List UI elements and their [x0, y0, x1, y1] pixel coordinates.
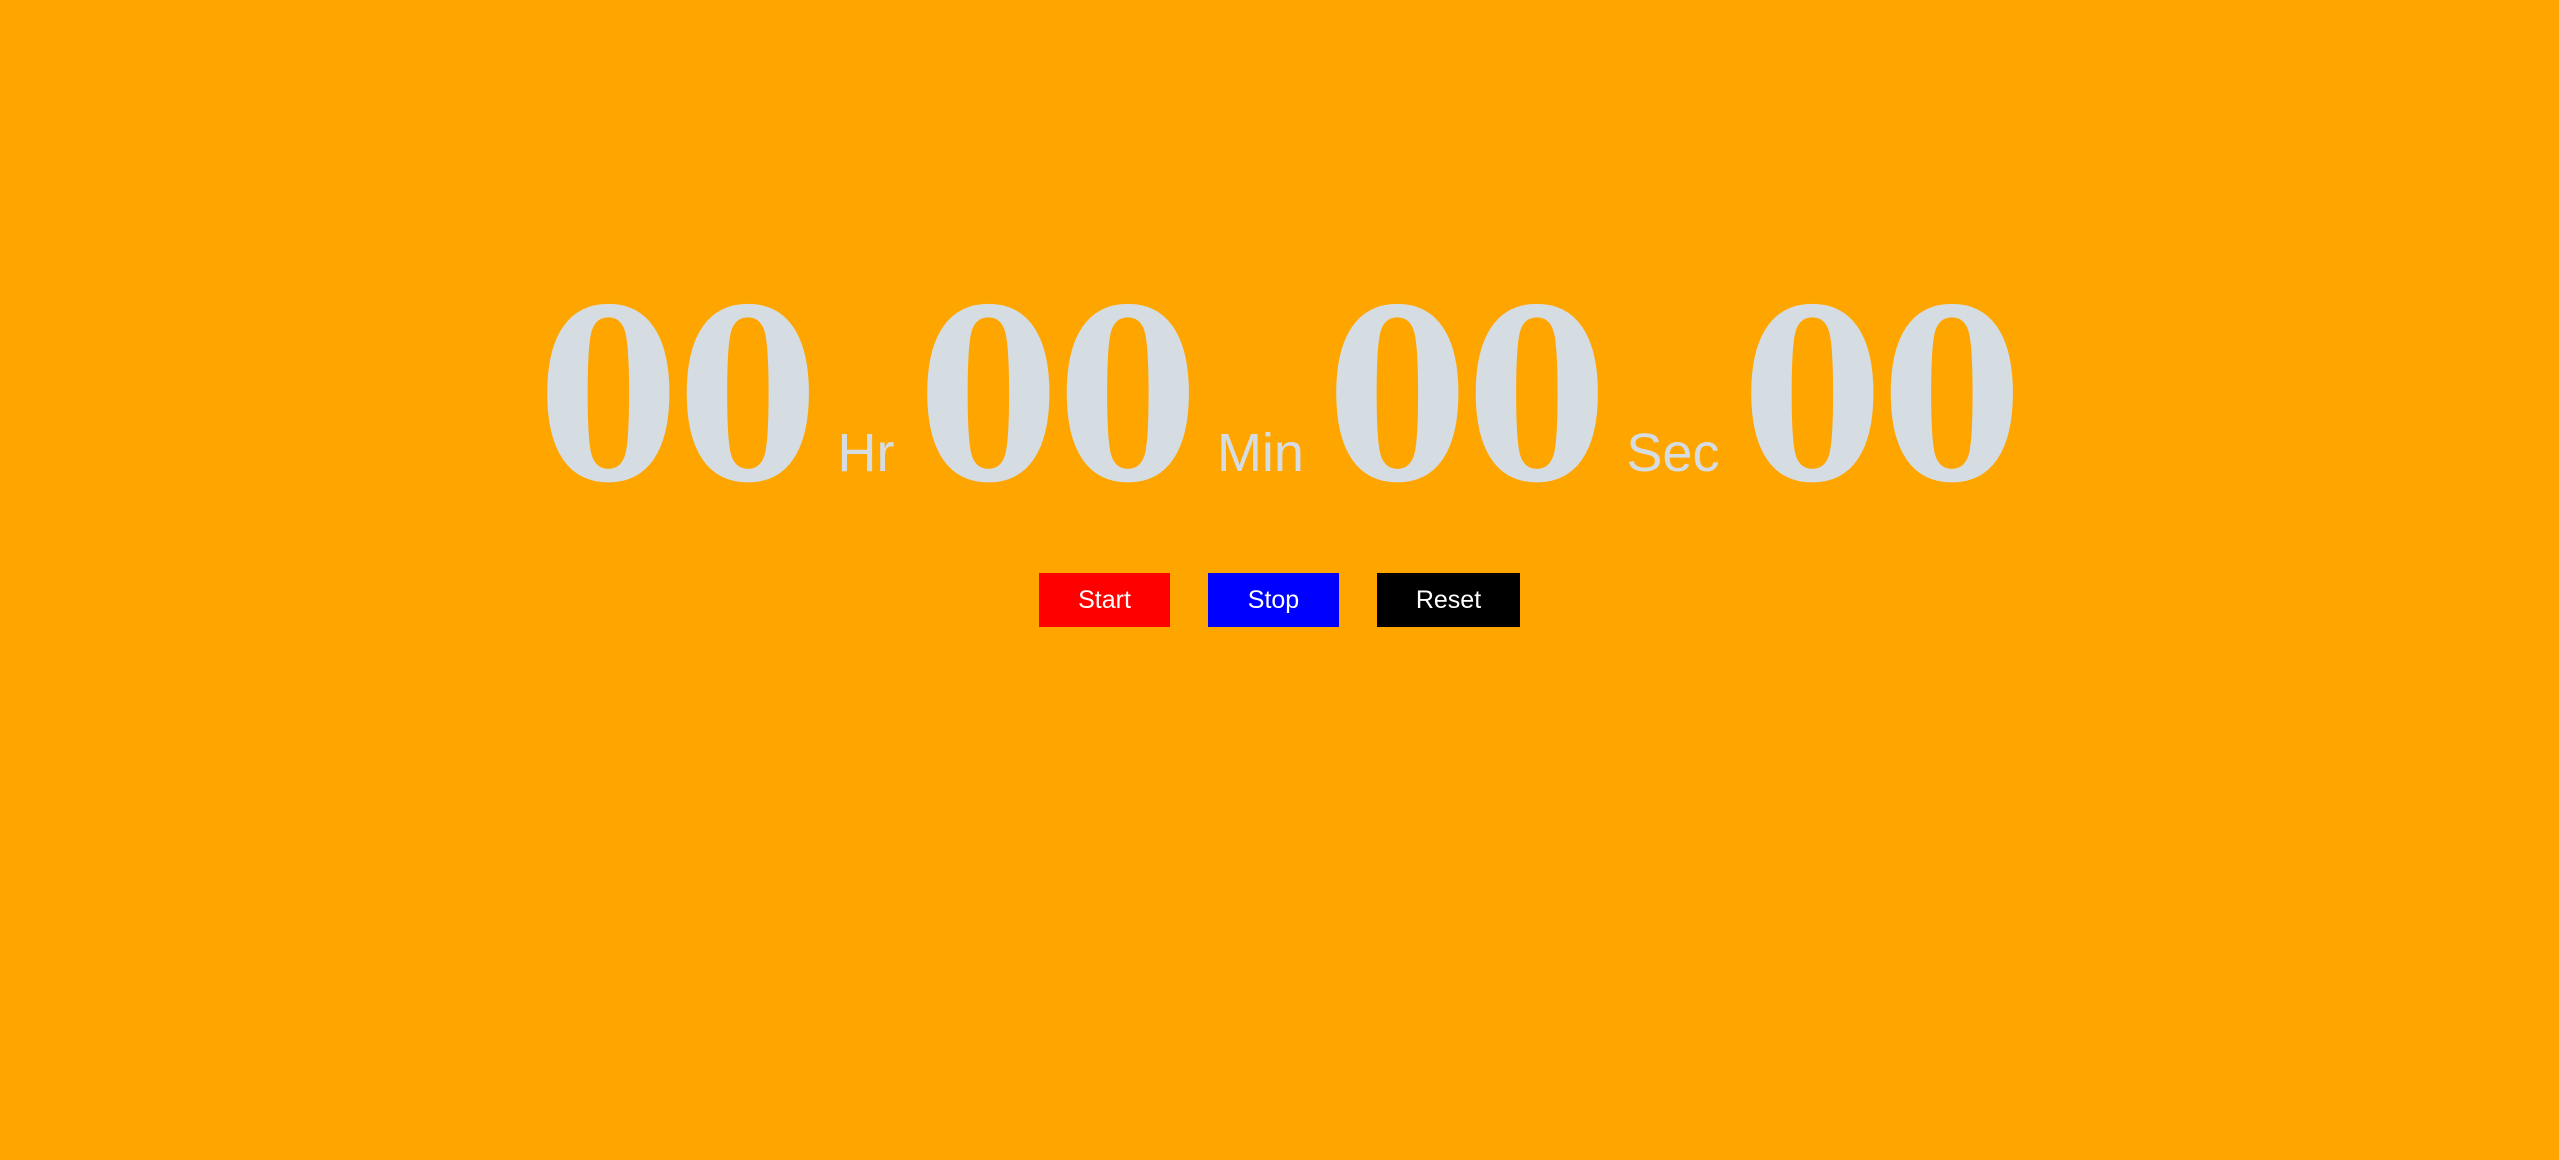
timer-controls: Start Stop Reset: [0, 573, 2559, 627]
reset-button[interactable]: Reset: [1377, 573, 1520, 627]
seconds-unit-label: Sec: [1626, 423, 1720, 483]
hours-value: 00: [537, 257, 819, 535]
stopwatch-page: 00 Hr 00 Min 00 Sec 00 Start Stop Reset: [0, 0, 2559, 1160]
centiseconds-value: 00: [1742, 257, 2023, 535]
timer-display: 00 Hr 00 Min 00 Sec 00: [0, 278, 2559, 514]
minutes-value: 00: [917, 257, 1198, 535]
stop-button[interactable]: Stop: [1208, 573, 1339, 627]
minutes-unit-label: Min: [1216, 423, 1304, 483]
start-button[interactable]: Start: [1039, 573, 1170, 627]
seconds-value: 00: [1326, 257, 1608, 535]
hours-unit-label: Hr: [837, 423, 895, 483]
